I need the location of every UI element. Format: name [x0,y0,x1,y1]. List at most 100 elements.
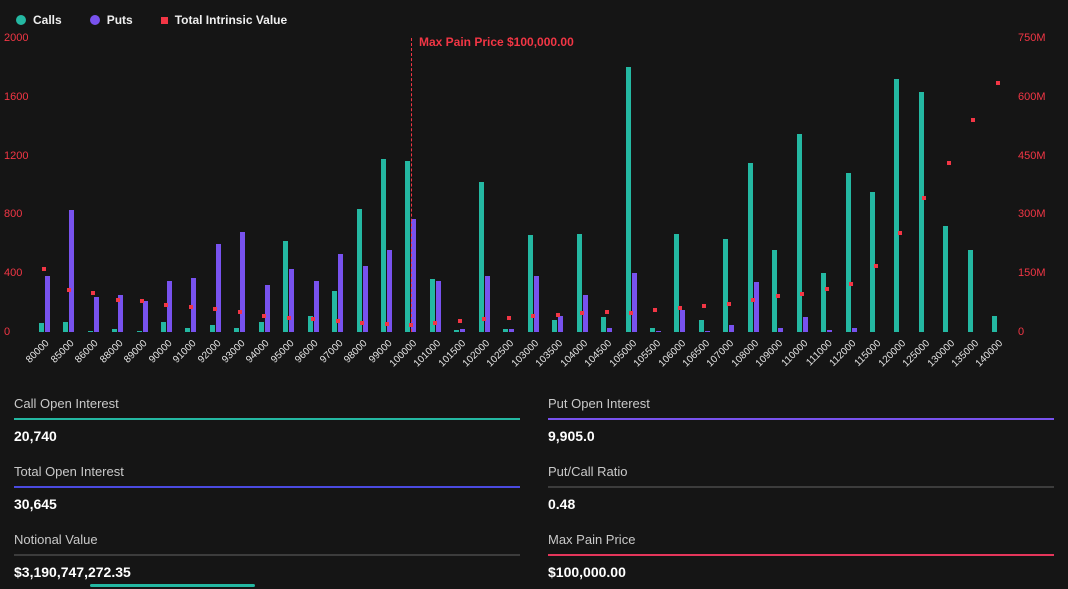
puts-bar [852,328,857,332]
legend-label: Calls [33,13,62,27]
puts-bar [216,244,221,332]
calls-bar [943,226,948,332]
legend-item-total-intrinsic-value[interactable]: Total Intrinsic Value [161,13,287,27]
intrinsic-value-marker [629,311,633,315]
right-axis-tick: 750M [1018,32,1046,44]
puts-bar [632,273,637,332]
puts-bar [143,301,148,332]
intrinsic-value-marker [849,282,853,286]
intrinsic-value-marker [605,310,609,314]
right-axis-tick: 300M [1018,208,1046,220]
calls-bar [88,331,93,332]
x-axis-label-text: 97000 [318,338,345,365]
intrinsic-value-marker [67,288,71,292]
options-chart[interactable]: 04008001200160020000150M300M450M600M750M… [0,30,1068,382]
intrinsic-value-marker [336,319,340,323]
stat-value: 20,740 [14,420,520,445]
puts-bar [754,282,759,332]
calls-bar [112,329,117,332]
x-axis-label-text: 91000 [171,338,198,365]
intrinsic-value-marker [116,298,120,302]
calls-bar [870,192,875,332]
puts-bar [240,232,245,332]
legend-label: Total Intrinsic Value [175,13,287,27]
legend-item-puts[interactable]: Puts [90,13,133,27]
calls-bar [699,320,704,332]
calls-bar [650,328,655,332]
x-axis-label-text: 94000 [245,338,272,365]
x-axis-label-text: 80000 [25,338,52,365]
scrollbar-thumb[interactable] [90,584,255,587]
x-axis-label-text: 85000 [49,338,76,365]
intrinsic-value-marker [947,161,951,165]
calls-bar [63,322,68,332]
stat-value: $3,190,747,272.35 [14,556,520,581]
puts-bar [607,328,612,332]
intrinsic-value-marker [531,314,535,318]
x-axis-label-text: 92000 [196,338,223,365]
puts-bar [460,329,465,332]
calls-bar [674,234,679,332]
calls-bar [723,239,728,332]
intrinsic-value-marker [800,292,804,296]
intrinsic-value-marker [751,298,755,302]
calls-bar [454,330,459,332]
calls-bar [39,323,44,332]
left-axis-tick: 2000 [4,32,28,44]
options-max-pain-dashboard: Calls Puts Total Intrinsic Value 040080012… [0,0,1068,589]
puts-bar [778,328,783,332]
intrinsic-value-marker [42,267,46,271]
calls-bar [968,250,973,332]
stats-panel: Call Open Interest20,740Put Open Interes… [0,382,1068,589]
intrinsic-value-marker [727,302,731,306]
puts-bar [509,329,514,332]
intrinsic-value-marker [360,321,364,325]
puts-bar [656,331,661,332]
puts-bar [827,330,832,332]
intrinsic-value-marker [678,306,682,310]
intrinsic-value-marker [287,316,291,320]
plot-area[interactable]: 04008001200160020000150M300M450M600M750M… [32,38,1010,332]
chart-legend: Calls Puts Total Intrinsic Value [0,0,1068,30]
calls-bar [234,328,239,332]
x-axis-label-text: 90000 [147,338,174,365]
stat-label: Max Pain Price [548,532,1054,554]
calls-bar [185,328,190,332]
legend-item-calls[interactable]: Calls [16,13,62,27]
calls-bar [601,317,606,332]
x-axis-label-text: 93000 [220,338,247,365]
stat-notional-value: Notional Value$3,190,747,272.35 [14,532,520,581]
right-axis-tick: 0 [1018,326,1024,338]
calls-bar [405,161,410,332]
intrinsic-value-marker [433,321,437,325]
intrinsic-value-marker [653,308,657,312]
stat-total-open-interest: Total Open Interest30,645 [14,464,520,513]
calls-bar [259,322,264,332]
stat-call-open-interest: Call Open Interest20,740 [14,396,520,445]
puts-bar [289,269,294,332]
right-axis-tick: 600M [1018,91,1046,103]
legend-dot-icon [90,15,100,25]
puts-bar [411,219,416,332]
puts-bar [534,276,539,332]
calls-bar [210,325,215,332]
puts-bar [265,285,270,332]
puts-bar [314,281,319,332]
calls-bar [577,234,582,332]
calls-bar [846,173,851,332]
legend-dot-icon [16,15,26,25]
stat-value: $100,000.00 [548,556,1054,581]
puts-bar [485,276,490,332]
intrinsic-value-marker [385,322,389,326]
stat-label: Put/Call Ratio [548,464,1054,486]
stat-label: Total Open Interest [14,464,520,486]
intrinsic-value-marker [311,317,315,321]
intrinsic-value-marker [874,264,878,268]
calls-bar [137,331,142,332]
intrinsic-value-marker [898,231,902,235]
x-axis-label-text: 96000 [294,338,321,365]
puts-bar [387,250,392,332]
max-pain-line-label: Max Pain Price $100,000.00 [419,35,574,49]
intrinsic-value-marker [238,310,242,314]
intrinsic-value-marker [556,313,560,317]
